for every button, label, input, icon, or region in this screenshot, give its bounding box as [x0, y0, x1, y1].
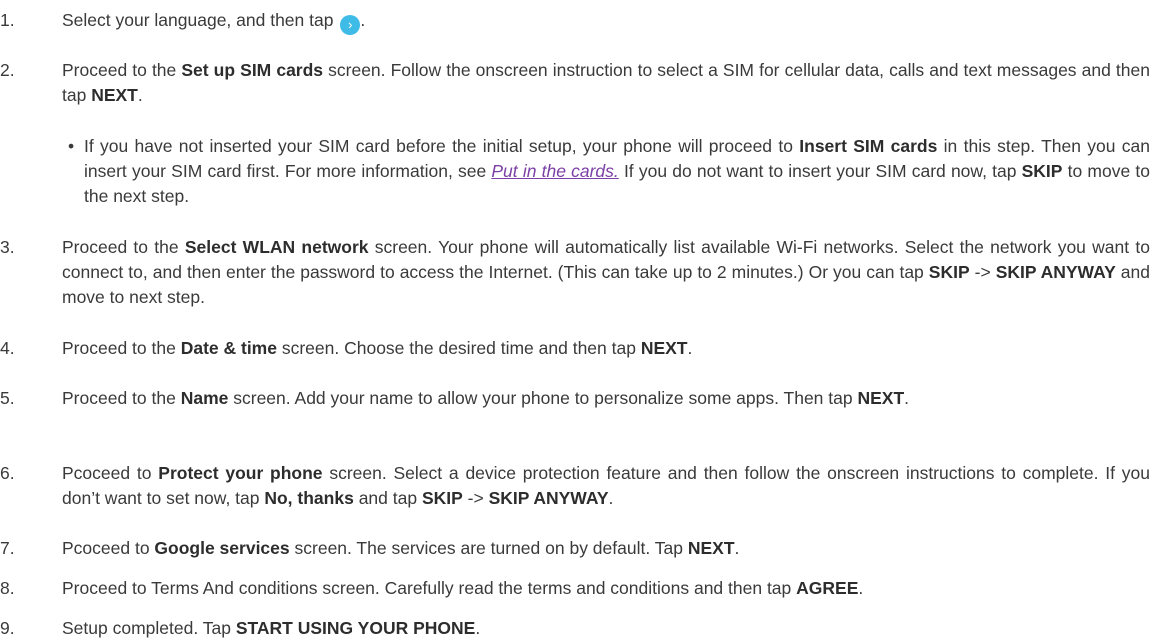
text-run: Proceed to Terms And conditions screen. … [62, 578, 797, 598]
step-7: 7. Pcoceed to Google services screen. Th… [0, 536, 1150, 561]
text-run: -> [462, 488, 489, 508]
text-run: . [137, 85, 143, 105]
bullet: • [68, 136, 75, 156]
step-number: 3. [0, 237, 15, 257]
text-run: . [608, 488, 614, 508]
text-run: . [360, 10, 366, 30]
ui-term: NEXT [857, 388, 905, 408]
step-number: 4. [0, 338, 15, 358]
ui-term: SKIP ANYWAY [488, 488, 609, 508]
text-run: screen. Add your name to allow your phon… [228, 388, 858, 408]
ui-term: SKIP ANYWAY [995, 262, 1116, 282]
step-8: 8. Proceed to Terms And conditions scree… [0, 576, 1150, 601]
step-number: 7. [0, 538, 15, 558]
step-text: Pcoceed to Google services screen. The s… [62, 536, 1150, 561]
setup-instructions: 1. Select your language, and then tap ›.… [0, 0, 1158, 641]
ui-term: Insert SIM cards [799, 136, 938, 156]
step-number: 9. [0, 618, 15, 638]
step-text: Setup completed. Tap START USING YOUR PH… [62, 616, 1150, 641]
text-run: . [858, 578, 864, 598]
step-3: 3. Proceed to the Select WLAN network sc… [0, 235, 1150, 310]
text-run: If you do not want to insert your SIM ca… [618, 161, 1022, 181]
ui-term: Date & time [180, 338, 277, 358]
text-run: Proceed to the [62, 338, 181, 358]
text-run: If you have not inserted your SIM card b… [84, 136, 800, 156]
text-run: and tap [353, 488, 422, 508]
text-run: Select your language, and then tap [62, 10, 339, 30]
ui-term: AGREE [796, 578, 859, 598]
text-run: . [904, 388, 910, 408]
text-run: Pcoceed to [62, 463, 159, 483]
step-2: 2. Proceed to the Set up SIM cards scree… [0, 58, 1150, 108]
text-run: Pcoceed to [62, 538, 155, 558]
text-run: screen. Choose the desired time and then… [276, 338, 641, 358]
ui-term: SKIP [1021, 161, 1063, 181]
step-1: 1. Select your language, and then tap ›. [0, 8, 1150, 35]
step-text: Proceed to the Set up SIM cards screen. … [62, 58, 1150, 108]
step-number: 6. [0, 463, 15, 483]
step-4: 4. Proceed to the Date & time screen. Ch… [0, 336, 1150, 361]
step-number: 5. [0, 388, 15, 408]
ui-term: Protect your phone [158, 463, 323, 483]
text-run: -> [969, 262, 996, 282]
step-5: 5. Proceed to the Name screen. Add your … [0, 386, 1150, 411]
ui-term: NEXT [640, 338, 688, 358]
ui-term: SKIP [421, 488, 463, 508]
step-text: Proceed to the Date & time screen. Choos… [62, 336, 1150, 361]
ui-term: SKIP [928, 262, 970, 282]
text-run: Proceed to the [62, 60, 182, 80]
step-text: Proceed to the Name screen. Add your nam… [62, 386, 1150, 411]
ui-term: Select WLAN network [184, 237, 369, 257]
step-text: Pcoceed to Protect your phone screen. Se… [62, 461, 1150, 511]
step-text: Proceed to the Select WLAN network scree… [62, 235, 1150, 310]
text-run: Setup completed. Tap [62, 618, 236, 638]
ui-term: Google services [154, 538, 290, 558]
step-number: 8. [0, 578, 15, 598]
step-text: Select your language, and then tap ›. [62, 8, 1150, 35]
step-text: If you have not inserted your SIM card b… [84, 134, 1150, 209]
step-number: 1. [0, 10, 15, 30]
cross-reference-link[interactable]: Put in the cards. [491, 161, 618, 181]
text-run: . [475, 618, 481, 638]
ui-term: Set up SIM cards [181, 60, 324, 80]
text-run: Proceed to the [62, 388, 181, 408]
step-9: 9. Setup completed. Tap START USING YOUR… [0, 616, 1150, 641]
text-run: screen. The services are turned on by de… [289, 538, 688, 558]
next-arrow-icon: › [340, 15, 361, 35]
step-text: Proceed to Terms And conditions screen. … [62, 576, 1150, 601]
ui-term: NEXT [687, 538, 735, 558]
ui-term: No, thanks [264, 488, 354, 508]
step-number: 2. [0, 60, 15, 80]
step-6: 6. Pcoceed to Protect your phone screen.… [0, 461, 1150, 511]
sub-step-sim: • If you have not inserted your SIM card… [62, 134, 1150, 209]
text-run: . [687, 338, 693, 358]
text-run: Proceed to the [62, 237, 185, 257]
text-run: . [734, 538, 740, 558]
ui-term: START USING YOUR PHONE [235, 618, 476, 638]
ui-term: NEXT [91, 85, 138, 105]
ui-term: Name [180, 388, 229, 408]
